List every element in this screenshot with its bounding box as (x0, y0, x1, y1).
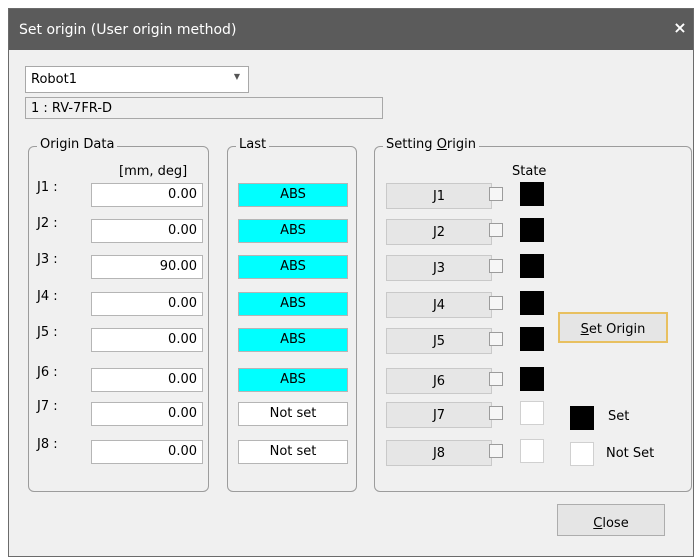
robot-select-value: Robot1 (31, 72, 77, 87)
origin-joint-label: J2 : (37, 216, 58, 231)
joint-state-indicator (520, 439, 544, 463)
joint-state-indicator (520, 218, 544, 242)
joint-checkbox[interactable] (489, 406, 503, 420)
robot-model-field: 1 : RV-7FR-D (25, 97, 383, 119)
setting-origin-label-c: rigin (446, 137, 476, 152)
joint-checkbox[interactable] (489, 223, 503, 237)
title-bar[interactable]: Set origin (User origin method) × (9, 9, 693, 50)
origin-data-label: Origin Data (37, 137, 118, 152)
joint-state-indicator (520, 254, 544, 278)
origin-joint-label: J4 : (37, 289, 58, 304)
last-status-cell: ABS (238, 255, 348, 279)
robot-model-text: 1 : RV-7FR-D (31, 101, 113, 116)
legend-set-label: Set (608, 409, 630, 424)
legend-set-swatch (570, 406, 594, 430)
last-status-cell: ABS (238, 219, 348, 243)
origin-joint-label: J7 : (37, 399, 58, 414)
joint-state-indicator (520, 291, 544, 315)
close-mnemonic: C (593, 515, 603, 531)
set-origin-dialog: Set origin (User origin method) × Robot1… (8, 8, 694, 557)
joint-button[interactable]: J5 (386, 328, 492, 354)
close-icon[interactable]: × (671, 19, 689, 37)
last-status-cell: ABS (238, 368, 348, 392)
legend-not-set-swatch (570, 442, 594, 466)
last-label: Last (236, 137, 270, 152)
joint-button[interactable]: J8 (386, 440, 492, 466)
joint-checkbox[interactable] (489, 444, 503, 458)
last-status-cell: Not set (238, 402, 348, 426)
origin-value-field[interactable]: 0.00 (91, 183, 203, 207)
close-button[interactable]: Close (557, 504, 665, 536)
last-status-cell: Not set (238, 440, 348, 464)
origin-value-field[interactable]: 0.00 (91, 328, 203, 352)
state-header: State (512, 164, 547, 179)
origin-value-field[interactable]: 0.00 (91, 292, 203, 316)
joint-checkbox[interactable] (489, 187, 503, 201)
joint-button[interactable]: J1 (386, 183, 492, 209)
set-origin-text: et Origin (588, 322, 646, 337)
dialog-title: Set origin (User origin method) (19, 22, 237, 38)
origin-value-field[interactable]: 90.00 (91, 255, 203, 279)
origin-joint-label: J6 : (37, 365, 58, 380)
joint-button[interactable]: J3 (386, 255, 492, 281)
last-status-cell: ABS (238, 183, 348, 207)
legend-not-set-label: Not Set (606, 446, 655, 461)
origin-joint-label: J8 : (37, 437, 58, 452)
setting-origin-label: Setting Origin (383, 137, 479, 152)
joint-checkbox[interactable] (489, 332, 503, 346)
joint-button[interactable]: J6 (386, 368, 492, 394)
origin-joint-label: J5 : (37, 325, 58, 340)
joint-checkbox[interactable] (489, 372, 503, 386)
joint-button[interactable]: J7 (386, 402, 492, 428)
joint-state-indicator (520, 327, 544, 351)
units-label: [mm, deg] (119, 164, 188, 179)
joint-checkbox[interactable] (489, 296, 503, 310)
close-text: lose (602, 515, 629, 531)
set-origin-mnemonic: S (580, 322, 589, 337)
set-origin-button[interactable]: Set Origin (558, 312, 668, 343)
joint-button[interactable]: J4 (386, 292, 492, 318)
origin-value-field[interactable]: 0.00 (91, 402, 203, 426)
last-status-cell: ABS (238, 328, 348, 352)
origin-joint-label: J3 : (37, 252, 58, 267)
origin-value-field[interactable]: 0.00 (91, 219, 203, 243)
robot-select[interactable]: Robot1 (25, 66, 249, 93)
last-status-cell: ABS (238, 292, 348, 316)
origin-value-field[interactable]: 0.00 (91, 440, 203, 464)
dropdown-arrow-icon[interactable]: ▼ (231, 72, 243, 82)
joint-button[interactable]: J2 (386, 219, 492, 245)
joint-checkbox[interactable] (489, 259, 503, 273)
setting-origin-label-b: O (436, 137, 447, 152)
joint-state-indicator (520, 401, 544, 425)
joint-state-indicator (520, 367, 544, 391)
joint-state-indicator (520, 182, 544, 206)
origin-joint-label: J1 : (37, 180, 58, 195)
setting-origin-label-a: Setting (386, 137, 437, 152)
origin-value-field[interactable]: 0.00 (91, 368, 203, 392)
